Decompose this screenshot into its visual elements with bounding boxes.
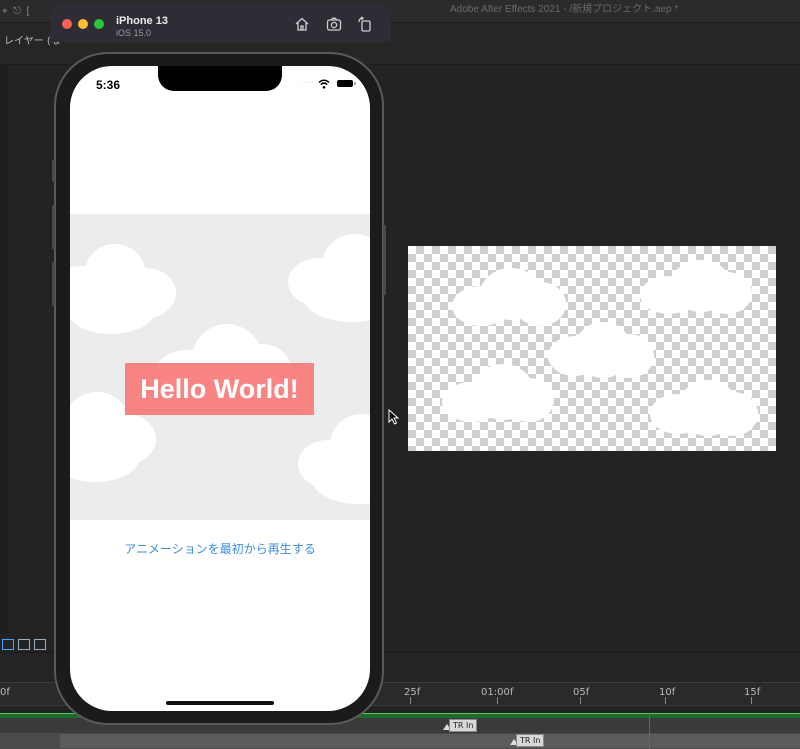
layer-marker[interactable]: TR In	[449, 719, 478, 732]
ruler-tick	[665, 697, 666, 704]
lottie-animation-view: Hello World!	[70, 214, 370, 520]
simulator-os-version: iOS 15.0	[116, 28, 152, 38]
ruler-label: 10f	[659, 687, 676, 698]
region-of-interest-icon[interactable]	[2, 639, 14, 650]
side-power-button	[383, 225, 386, 295]
simulator-device-name: iPhone 13	[116, 15, 168, 27]
ruler-tick	[410, 697, 411, 704]
notch	[158, 66, 282, 91]
cellular-signal: ····	[301, 79, 315, 86]
hello-world-label: Hello World!	[125, 363, 314, 415]
layer-marker[interactable]: TR In	[516, 734, 545, 747]
ruler-label: 15f	[744, 687, 761, 698]
simulator-titlebar[interactable]: iPhone 13 iOS 15.0	[50, 4, 391, 42]
close-window-button[interactable]	[62, 19, 72, 29]
replay-animation-button[interactable]: アニメーションを最初から再生する	[70, 540, 370, 557]
ruler-label: 25f	[404, 687, 421, 698]
ruler-tick	[751, 697, 752, 704]
battery-icon	[337, 80, 356, 87]
minimize-window-button[interactable]	[78, 19, 88, 29]
volume-down-button	[52, 262, 55, 306]
ae-left-panel	[0, 64, 8, 634]
screenshot-icon[interactable]	[326, 16, 342, 32]
wifi-icon	[318, 79, 330, 89]
rotate-icon[interactable]	[357, 16, 373, 32]
iphone-screen: 5:36 ···· Hello World! アニメーションを最初から再生する	[70, 66, 370, 711]
ruler-tick	[497, 697, 498, 704]
home-icon[interactable]	[294, 16, 310, 32]
guides-icon[interactable]	[34, 639, 46, 650]
ruler-tick	[580, 697, 581, 704]
ae-window-title: Adobe After Effects 2021 - /新規プロジェクト.aep…	[450, 4, 679, 15]
status-time: 5:36	[96, 78, 121, 92]
composition-preview[interactable]	[408, 246, 776, 451]
ruler-label: 0f	[0, 687, 10, 698]
ruler-label: 05f	[573, 687, 590, 698]
ae-layer-bar[interactable]	[60, 734, 800, 748]
playhead[interactable]	[649, 713, 650, 749]
ae-toolbar-icons[interactable]: ⌖ ⎋ [	[2, 6, 29, 17]
ae-viewer-tools[interactable]	[0, 636, 60, 652]
zoom-window-button[interactable]	[94, 19, 104, 29]
volume-up-button	[52, 205, 55, 249]
transparency-grid-icon[interactable]	[18, 639, 30, 650]
home-indicator[interactable]	[166, 701, 274, 705]
mute-switch	[52, 160, 55, 182]
mouse-cursor-icon	[388, 409, 400, 425]
